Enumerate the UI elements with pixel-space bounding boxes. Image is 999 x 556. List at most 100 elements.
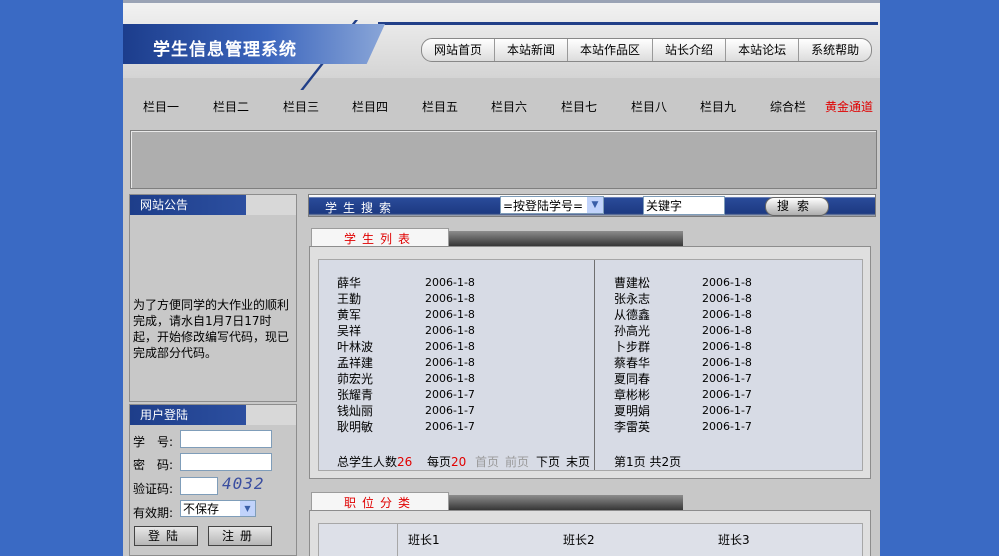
captcha-input[interactable] [180, 477, 218, 495]
position-item[interactable]: 班长2 [563, 531, 595, 548]
student-name: 钱灿丽 [337, 404, 374, 418]
student-list-divider [594, 260, 595, 470]
student-id-label: 学 号: [133, 435, 174, 449]
student-name: 茆宏光 [337, 372, 374, 386]
student-date: 2006-1-8 [425, 356, 475, 369]
total-students-value: 26 [397, 455, 413, 469]
category-item-2[interactable]: 栏目二 [213, 98, 249, 115]
student-date: 2006-1-8 [702, 308, 752, 321]
positions-tab: 职位分类 [311, 492, 683, 512]
student-list-title: 学生列表 [311, 228, 449, 248]
category-nav: 栏目一 栏目二 栏目三 栏目四 栏目五 栏目六 栏目七 栏目八 栏目九 综合栏 … [123, 90, 880, 122]
top-nav-help[interactable]: 系统帮助 [799, 39, 871, 61]
student-list-box: 薛华 2006-1-8 王勤 2006-1-8 黄军 2006-1-8 吴祥 2006-… [318, 259, 863, 471]
search-keyword-input[interactable]: 关键字 [643, 196, 725, 215]
category-item-6[interactable]: 栏目六 [491, 98, 527, 115]
login-button[interactable]: 登陆 [134, 526, 198, 546]
page: 学生信息管理系统 网站首页 本站新闻 本站作品区 站长介绍 本站论坛 系统帮助 … [123, 0, 880, 556]
student-name: 薛华 [337, 276, 362, 290]
student-name: 黄军 [337, 308, 362, 322]
student-name: 曹建松 [614, 276, 651, 290]
top-nav-works[interactable]: 本站作品区 [568, 39, 654, 61]
student-date: 2006-1-8 [702, 292, 752, 305]
first-page-link[interactable]: 首页 [475, 453, 499, 470]
student-name: 李雷英 [614, 420, 651, 434]
total-students: 总学生人数26 [337, 453, 412, 470]
student-name: 孟祥建 [337, 356, 374, 370]
prev-page-link[interactable]: 前页 [505, 453, 529, 470]
captcha-image: 4032 [222, 474, 265, 493]
student-date: 2006-1-8 [702, 276, 752, 289]
notice-title: 网站公告 [130, 195, 296, 215]
validity-label: 有效期: [133, 506, 174, 520]
student-date: 2006-1-8 [702, 340, 752, 353]
register-button[interactable]: 注册 [208, 526, 272, 546]
student-name: 孙高光 [614, 324, 651, 338]
top-nav-about[interactable]: 站长介绍 [653, 39, 727, 61]
student-date: 2006-1-8 [425, 340, 475, 353]
password-input[interactable] [180, 453, 272, 471]
search-bar: 学生搜索 =按登陆学号= ▼ 关键字 搜索 [308, 194, 876, 217]
student-date: 2006-1-8 [702, 356, 752, 369]
per-page-label: 每页 [427, 455, 452, 469]
student-date: 2006-1-8 [425, 324, 475, 337]
header: 学生信息管理系统 网站首页 本站新闻 本站作品区 站长介绍 本站论坛 系统帮助 [123, 0, 880, 90]
validity-select[interactable]: 不保存 ▼ [180, 500, 256, 517]
notice-text: 为了方便同学的大作业的顺利完成，请水自1月7日17时起，开始修改编写代码，现已完… [133, 298, 290, 360]
positions-panel: 班长1 班长2 班长3 [309, 510, 871, 556]
top-nav-home[interactable]: 网站首页 [422, 39, 496, 61]
search-button[interactable]: 搜索 [765, 197, 829, 216]
positions-side-cell [319, 524, 398, 556]
password-label: 密 码: [133, 458, 174, 472]
next-page-link[interactable]: 下页 [536, 453, 560, 470]
banner-area [130, 130, 877, 189]
last-page-link[interactable]: 末页 [566, 453, 590, 470]
category-item-general[interactable]: 综合栏 [770, 98, 806, 115]
category-item-3[interactable]: 栏目三 [283, 98, 319, 115]
chevron-down-icon[interactable]: ▼ [587, 197, 603, 213]
category-item-5[interactable]: 栏目五 [422, 98, 458, 115]
category-item-4[interactable]: 栏目四 [352, 98, 388, 115]
student-date: 2006-1-7 [425, 388, 475, 401]
per-page-value: 20 [451, 455, 467, 469]
category-item-9[interactable]: 栏目九 [700, 98, 736, 115]
category-item-7[interactable]: 栏目七 [561, 98, 597, 115]
per-page: 每页20 [427, 453, 466, 470]
student-date: 2006-1-7 [702, 372, 752, 385]
page-info: 第1页 共2页 [614, 455, 682, 469]
captcha-label: 验证码: [133, 482, 174, 496]
site-title: 学生信息管理系统 [153, 40, 297, 60]
positions-box: 班长1 班长2 班长3 [318, 523, 863, 556]
top-nav-news[interactable]: 本站新闻 [495, 39, 569, 61]
position-item[interactable]: 班长1 [408, 531, 440, 548]
student-date: 2006-1-8 [425, 292, 475, 305]
student-name: 夏明娟 [614, 404, 651, 418]
login-panel: 用户登陆 学 号: 密 码: 验证码: 4032 有效期: 不保存 ▼ 登陆 注… [129, 404, 297, 556]
site-logo[interactable]: 学生信息管理系统 [123, 24, 385, 64]
search-type-select[interactable]: =按登陆学号= ▼ [500, 196, 604, 214]
student-name: 叶林波 [337, 340, 374, 354]
student-name: 卜步群 [614, 340, 651, 354]
top-nav: 网站首页 本站新闻 本站作品区 站长介绍 本站论坛 系统帮助 [421, 38, 873, 62]
header-top-line [123, 0, 880, 3]
category-item-1[interactable]: 栏目一 [143, 98, 179, 115]
student-date: 2006-1-7 [702, 404, 752, 417]
student-id-input[interactable] [180, 430, 272, 448]
search-type-value: =按登陆学号= [503, 199, 584, 213]
validity-value: 不保存 [183, 502, 220, 516]
search-title: 学生搜索 [325, 201, 398, 215]
student-date: 2006-1-7 [702, 388, 752, 401]
student-name: 蔡春华 [614, 356, 651, 370]
student-name: 章彬彬 [614, 388, 651, 402]
position-item[interactable]: 班长3 [718, 531, 750, 548]
student-list-panel: 薛华 2006-1-8 王勤 2006-1-8 黄军 2006-1-8 吴祥 2006-… [309, 246, 871, 479]
chevron-down-icon[interactable]: ▼ [240, 501, 255, 516]
student-date: 2006-1-8 [425, 308, 475, 321]
student-name: 夏同春 [614, 372, 651, 386]
student-name: 张耀青 [337, 388, 374, 402]
top-nav-forum[interactable]: 本站论坛 [726, 39, 800, 61]
student-name: 吴祥 [337, 324, 362, 338]
category-item-8[interactable]: 栏目八 [631, 98, 667, 115]
category-item-golden-channel[interactable]: 黄金通道 [825, 98, 873, 115]
student-date: 2006-1-7 [702, 420, 752, 433]
